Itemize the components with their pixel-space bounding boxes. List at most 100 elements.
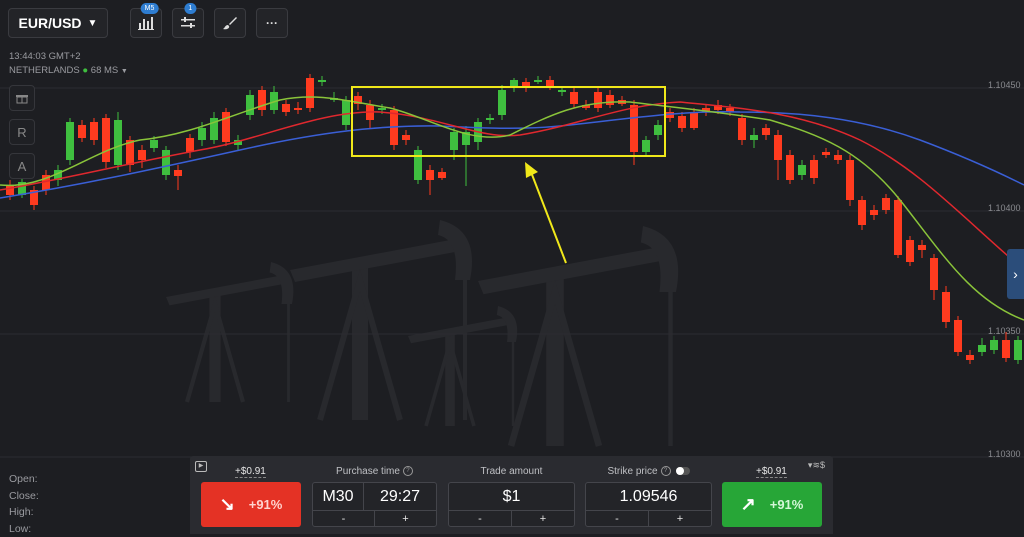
bullish-candle — [210, 112, 218, 144]
bearish-candle — [918, 240, 926, 258]
call-button[interactable]: ↗ +91% — [722, 482, 822, 527]
purchase-time-label-text: Purchase time — [336, 466, 400, 477]
put-percent: +91% — [249, 497, 283, 512]
oil-pump-silhouette — [408, 306, 517, 426]
highlight-arrow-line — [531, 172, 566, 263]
strike-price-plus-button[interactable]: + — [648, 511, 711, 527]
trade-amount-value[interactable]: $1 — [449, 483, 574, 510]
bearish-candle — [858, 196, 866, 230]
ping-value: 68 MS — [91, 65, 118, 76]
bearish-candle — [174, 165, 182, 190]
bearish-candle — [258, 86, 266, 116]
chevron-right-icon: › — [1013, 266, 1018, 282]
ohlc-readout: Open: Close: High: Low: — [9, 471, 39, 537]
strike-price-value[interactable]: 1.09546 — [586, 483, 711, 510]
chart-canvas[interactable]: 1.104501.104001.103501.10300 — [0, 0, 1024, 534]
indicators-button[interactable]: 1 — [172, 8, 204, 38]
server-info: 13:44:03 GMT+2 NETHERLANDS ● 68 MS ▼ — [9, 50, 128, 79]
bullish-candle — [654, 120, 662, 140]
gift-button[interactable] — [9, 85, 35, 111]
chevron-down-icon: ▼ — [88, 18, 98, 29]
chart-type-button[interactable]: M5 — [130, 8, 162, 38]
bullish-candle — [486, 114, 494, 124]
sliders-icon — [181, 17, 195, 29]
call-percent: +91% — [770, 497, 804, 512]
bearish-candle — [294, 102, 302, 114]
oil-pump-silhouette — [166, 262, 293, 402]
bearish-candle — [222, 108, 230, 146]
bearish-candle — [618, 96, 626, 106]
bearish-candle — [1002, 332, 1010, 362]
bearish-candle — [942, 286, 950, 328]
bullish-candle — [990, 336, 998, 354]
bearish-candle — [606, 90, 614, 108]
bearish-candle — [870, 205, 878, 220]
currency-switch[interactable]: ▾≋$ — [808, 460, 825, 471]
trade-amount-label: Trade amount — [448, 466, 575, 477]
trade-amount-plus-button[interactable]: + — [511, 511, 574, 527]
bearish-candle — [786, 150, 794, 184]
moving-average-slow — [0, 112, 1024, 198]
ohlc-close: Close: — [9, 488, 39, 505]
asset-selector-button[interactable]: EUR/USD ▼ — [8, 8, 108, 38]
trade-amount-minus-button[interactable]: - — [449, 511, 511, 527]
bearish-candle — [678, 112, 686, 132]
timeframe-select[interactable]: M30 — [313, 483, 364, 510]
bullish-candle — [474, 118, 482, 150]
arrow-down-right-icon: ↘ — [220, 494, 235, 515]
expand-panel-button[interactable]: › — [1007, 249, 1024, 299]
bullish-candle — [66, 118, 74, 165]
bullish-candle — [162, 146, 170, 180]
gift-icon — [16, 92, 28, 104]
bearish-candle — [762, 124, 770, 140]
side-tool-r[interactable]: R — [9, 119, 35, 145]
bullish-candle — [330, 92, 338, 102]
help-icon[interactable]: ? — [403, 466, 413, 476]
oil-pump-silhouette — [290, 220, 472, 420]
strike-price-control: 1.09546 - + — [585, 482, 712, 527]
server-location: NETHERLANDS — [9, 65, 80, 76]
price-axis-label: 1.10450 — [988, 80, 1021, 90]
bearish-candle — [102, 114, 110, 168]
arrow-up-right-icon: ↗ — [741, 494, 756, 515]
play-icon[interactable]: ▶ — [195, 461, 207, 472]
ohlc-low: Low: — [9, 521, 39, 537]
help-icon[interactable]: ? — [661, 466, 671, 476]
bullish-candle — [414, 146, 422, 184]
drawing-tools-button[interactable] — [214, 8, 246, 38]
bearish-candle — [594, 88, 602, 112]
bullish-candle — [246, 90, 254, 120]
put-button[interactable]: ↘ +91% — [201, 482, 301, 527]
side-toolbar: R A — [9, 85, 35, 179]
purchase-time-value[interactable]: 29:27 — [364, 483, 436, 510]
server-ping-row[interactable]: NETHERLANDS ● 68 MS ▼ — [9, 64, 128, 79]
bullish-candle — [114, 112, 122, 170]
more-button[interactable]: ··· — [256, 8, 288, 38]
put-payout: +$0.91 — [235, 466, 266, 478]
bearish-candle — [138, 145, 146, 168]
strike-price-toggle[interactable] — [676, 467, 690, 475]
price-chart[interactable]: 1.104501.104001.103501.10300 — [0, 0, 1024, 534]
highlight-box — [352, 87, 665, 156]
purchase-time-label: Purchase time? — [312, 466, 437, 477]
indicators-count-badge: 1 — [184, 3, 196, 14]
bullish-candle — [54, 165, 62, 186]
bearish-candle — [90, 118, 98, 145]
strike-price-minus-button[interactable]: - — [586, 511, 648, 527]
purchase-time-minus-button[interactable]: - — [313, 511, 374, 527]
bearish-candle — [282, 100, 290, 116]
purchase-time-plus-button[interactable]: + — [374, 511, 436, 527]
bearish-candle — [810, 155, 818, 184]
bearish-candle — [570, 88, 578, 108]
bullish-candle — [798, 160, 806, 180]
strike-price-label-text: Strike price — [607, 466, 657, 477]
bullish-candle — [1014, 336, 1022, 364]
bearish-candle — [402, 130, 410, 145]
side-tool-a[interactable]: A — [9, 153, 35, 179]
ohlc-high: High: — [9, 504, 39, 521]
server-time: 13:44:03 GMT+2 — [9, 50, 128, 64]
bearish-candle — [522, 78, 530, 92]
bullish-candle — [510, 78, 518, 92]
bearish-candle — [894, 196, 902, 258]
bearish-candle — [186, 134, 194, 158]
